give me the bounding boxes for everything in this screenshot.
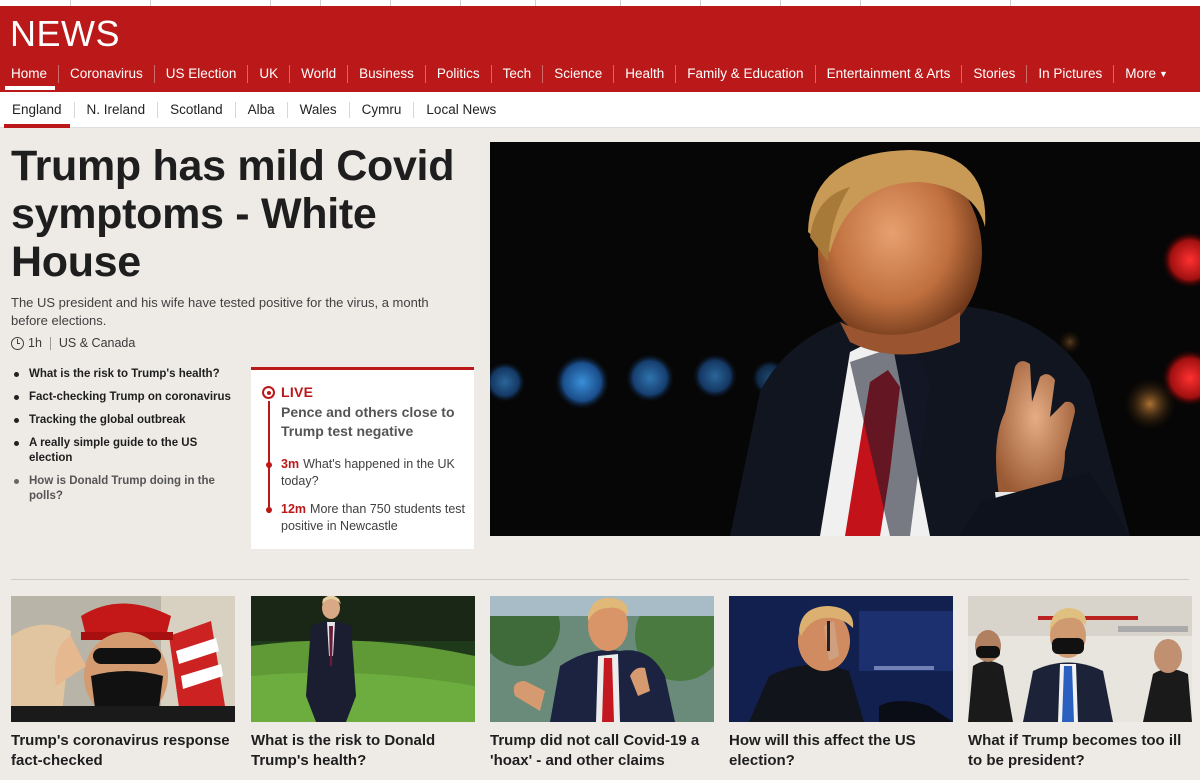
nav-politics[interactable]: Politics: [424, 65, 491, 83]
trump-masked-photo: [968, 596, 1192, 722]
subnav-cymru[interactable]: Cymru: [348, 101, 414, 118]
live-label: LIVE: [281, 384, 314, 400]
related-link[interactable]: Tracking the global outbreak: [14, 413, 239, 428]
story-timestamp: 1h: [28, 336, 42, 350]
story-card[interactable]: What is the risk to Donald Trump's healt…: [251, 596, 475, 771]
subnav-n-ireland[interactable]: N. Ireland: [73, 101, 158, 118]
nav-active-indicator: [5, 86, 55, 90]
caret-down-icon: ▼: [1158, 69, 1168, 79]
nav-more-button[interactable]: More ▼: [1113, 65, 1179, 83]
trump-debate-photo: [729, 596, 953, 722]
top-story-headline[interactable]: Trump has mild Covid symptoms - White Ho…: [11, 142, 471, 286]
timeline-dot-icon: [266, 507, 272, 513]
subnav-local-news[interactable]: Local News: [413, 101, 508, 118]
section-divider: [11, 579, 1189, 580]
timeline-dot-icon: [266, 462, 272, 468]
story-card-image[interactable]: [251, 596, 475, 722]
top-strip: [0, 0, 1200, 6]
live-entry[interactable]: 3m What's happened in the UK today?: [281, 456, 466, 490]
nav-us-election[interactable]: US Election: [153, 65, 248, 83]
live-timeline-line: [268, 401, 270, 513]
story-section-link[interactable]: US & Canada: [59, 336, 135, 350]
story-card-title[interactable]: What is the risk to Donald Trump's healt…: [251, 731, 475, 771]
main-nav: Home Coronavirus US Election UK World Bu…: [0, 62, 1179, 86]
live-entry[interactable]: 12m More than 750 students test positive …: [281, 501, 466, 535]
nav-world[interactable]: World: [289, 65, 347, 83]
clock-icon: [11, 336, 24, 350]
nav-home[interactable]: Home: [0, 65, 58, 83]
subnav-active-indicator: [4, 124, 70, 128]
story-card[interactable]: What if Trump becomes too ill to be pres…: [968, 596, 1192, 771]
story-card-title[interactable]: How will this affect the US election?: [729, 731, 953, 771]
supporter-mask-photo: [11, 596, 235, 722]
live-entry-text: More than 750 students test positive in …: [281, 502, 465, 533]
live-title[interactable]: Pence and others close to Trump test neg…: [281, 403, 466, 441]
nav-entertainment-arts[interactable]: Entertainment & Arts: [814, 65, 962, 83]
top-story-meta: 1h US & Canada: [11, 336, 135, 350]
regional-subnav: England N. Ireland Scotland Alba Wales C…: [0, 92, 1200, 128]
nav-tech[interactable]: Tech: [490, 65, 543, 83]
nav-more-label: More: [1125, 66, 1156, 81]
nav-coronavirus[interactable]: Coronavirus: [58, 65, 154, 83]
trump-waving-photo: [490, 142, 1200, 536]
subnav-wales[interactable]: Wales: [286, 101, 349, 118]
trump-speaking-photo: [490, 596, 714, 722]
news-logo[interactable]: NEWS: [10, 13, 120, 55]
story-card-title[interactable]: Trump's coronavirus response fact-checke…: [11, 731, 235, 771]
live-updates-box[interactable]: LIVE Pence and others close to Trump tes…: [251, 367, 474, 549]
nav-business[interactable]: Business: [347, 65, 425, 83]
live-entry-text: What's happened in the UK today?: [281, 457, 455, 488]
story-card-image[interactable]: [968, 596, 1192, 722]
nav-in-pictures[interactable]: In Pictures: [1026, 65, 1113, 83]
related-link[interactable]: What is the risk to Trump's health?: [14, 367, 239, 382]
live-entry-time: 3m: [281, 457, 300, 471]
trump-lawn-photo: [251, 596, 475, 722]
story-card[interactable]: How will this affect the US election?: [729, 596, 953, 771]
story-card-image[interactable]: [490, 596, 714, 722]
story-card-title[interactable]: What if Trump becomes too ill to be pres…: [968, 731, 1192, 771]
live-dot-icon: [262, 386, 275, 399]
story-card-image[interactable]: [729, 596, 953, 722]
story-card[interactable]: Trump's coronavirus response fact-checke…: [11, 596, 235, 771]
nav-uk[interactable]: UK: [247, 65, 289, 83]
story-card-title[interactable]: Trump did not call Covid-19 a 'hoax' - a…: [490, 731, 714, 771]
related-link[interactable]: Fact-checking Trump on coronavirus: [14, 390, 239, 405]
nav-family-education[interactable]: Family & Education: [675, 65, 814, 83]
subnav-scotland[interactable]: Scotland: [157, 101, 235, 118]
live-entry-time: 12m: [281, 502, 307, 516]
story-card[interactable]: Trump did not call Covid-19 a 'hoax' - a…: [490, 596, 714, 771]
subnav-alba[interactable]: Alba: [234, 101, 287, 118]
nav-science[interactable]: Science: [542, 65, 613, 83]
related-links: What is the risk to Trump's health? Fact…: [14, 367, 239, 512]
top-story-summary: The US president and his wife have teste…: [11, 295, 429, 328]
top-story-image[interactable]: [490, 142, 1200, 536]
related-link[interactable]: A really simple guide to the US election: [14, 436, 239, 466]
nav-stories[interactable]: Stories: [961, 65, 1026, 83]
story-card-image[interactable]: [11, 596, 235, 722]
nav-health[interactable]: Health: [613, 65, 675, 83]
subnav-england[interactable]: England: [0, 102, 74, 118]
site-header: NEWS Home Coronavirus US Election UK Wor…: [0, 0, 1200, 92]
related-link[interactable]: How is Donald Trump doing in the polls?: [14, 474, 239, 504]
